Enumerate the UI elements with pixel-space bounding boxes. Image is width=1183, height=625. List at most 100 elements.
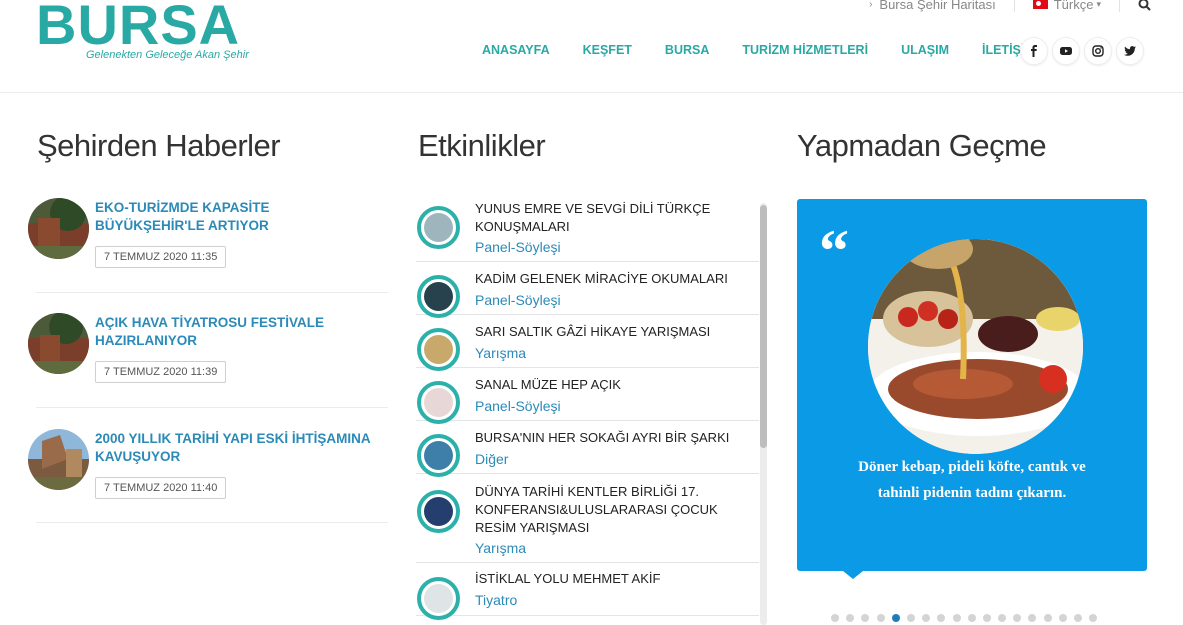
recommend-slide-card[interactable]: “ Döner kebap, pideli köfte, cantık ve t… — [797, 199, 1147, 571]
event-category[interactable]: Yarışma — [475, 540, 526, 556]
slider-dot[interactable] — [891, 614, 900, 622]
facebook-icon — [1031, 45, 1037, 57]
event-category[interactable]: Yarışma — [475, 345, 526, 361]
social-links — [1020, 37, 1148, 65]
event-item[interactable]: İSTİKLAL YOLU MEHMET AKİF Tiyatro — [416, 563, 759, 620]
events-section-title: Etkinlikler — [418, 128, 546, 163]
event-category[interactable]: Panel-Söyleşi — [475, 292, 561, 308]
event-thumbnail — [417, 577, 460, 620]
events-scrollbar[interactable] — [760, 203, 767, 625]
news-date-badge: 7 TEMMUZ 2020 11:39 — [95, 361, 227, 383]
slider-dot[interactable] — [846, 614, 855, 622]
instagram-icon — [1092, 45, 1104, 57]
bursa-logo[interactable]: BURSA Gelenekten Geleceğe Akan Şehir — [36, 0, 266, 66]
event-title[interactable]: DÜNYA TARİHİ KENTLER BİRLİĞİ 17. KONFERA… — [475, 483, 755, 537]
slider-dot[interactable] — [937, 614, 946, 622]
event-category[interactable]: Diğer — [475, 451, 508, 467]
event-thumbnail — [417, 275, 460, 318]
slider-dot[interactable] — [906, 614, 915, 622]
news-date-badge: 7 TEMMUZ 2020 11:35 — [95, 246, 227, 268]
event-item[interactable]: DÜNYA TARİHİ KENTLER BİRLİĞİ 17. KONFERA… — [416, 474, 759, 563]
youtube-link[interactable] — [1052, 37, 1080, 65]
news-title[interactable]: EKO-TURİZMDE KAPASİTE BÜYÜKŞEHİR'LE ARTI… — [95, 199, 375, 235]
chevron-down-icon: ▾ — [1096, 0, 1101, 9]
events-list[interactable]: YUNUS EMRE VE SEVGİ DİLİ TÜRKÇE KONUŞMAL… — [416, 199, 768, 625]
news-thumbnail[interactable] — [28, 429, 89, 490]
logo-tagline: Gelenekten Geleceğe Akan Şehir — [86, 49, 249, 61]
city-map-label: Bursa Şehir Haritası — [879, 0, 996, 12]
slider-dot[interactable] — [952, 614, 961, 622]
card-pointer — [843, 571, 863, 579]
chevron-right-icon: › — [869, 0, 873, 10]
language-selector[interactable]: Türkçe ▾ — [1015, 0, 1120, 12]
news-title[interactable]: AÇIK HAVA TİYATROSU FESTİVALE HAZIRLANIY… — [95, 314, 375, 350]
event-title[interactable]: İSTİKLAL YOLU MEHMET AKİF — [475, 570, 755, 588]
turkish-flag-icon — [1032, 0, 1048, 9]
slider-dot[interactable] — [861, 614, 870, 622]
event-thumbnail — [417, 328, 460, 371]
event-thumbnail — [417, 490, 460, 533]
event-item[interactable]: SANAL MÜZE HEP AÇIK Panel-Söyleşi — [416, 368, 759, 424]
quote-mark-icon: “ — [819, 218, 849, 284]
slider-dot[interactable] — [1028, 614, 1037, 622]
event-category[interactable]: Tiyatro — [475, 592, 517, 608]
news-item[interactable]: 2000 YILLIK TARİHİ YAPI ESKİ İHTİŞAMINA … — [28, 429, 388, 544]
news-title[interactable]: 2000 YILLIK TARİHİ YAPI ESKİ İHTİŞAMINA … — [95, 430, 375, 466]
event-category[interactable]: Panel-Söyleşi — [475, 398, 561, 414]
instagram-link[interactable] — [1084, 37, 1112, 65]
youtube-icon — [1060, 47, 1072, 55]
nav-turizm-hizmetleri[interactable]: TURİZM HİZMETLERİ — [742, 43, 868, 57]
nav-ulasim[interactable]: ULAŞIM — [901, 43, 949, 57]
slider-dot[interactable] — [998, 614, 1007, 622]
twitter-icon — [1124, 46, 1136, 56]
slider-dot[interactable] — [1089, 614, 1098, 622]
language-label: Türkçe — [1053, 0, 1094, 12]
news-item[interactable]: AÇIK HAVA TİYATROSU FESTİVALE HAZIRLANIY… — [28, 313, 388, 428]
slider-dot[interactable] — [967, 614, 976, 622]
top-utility-bar: › Bursa Şehir Haritası Türkçe ▾ — [851, 0, 1151, 14]
site-header: BURSA Gelenekten Geleceğe Akan Şehir › B… — [0, 0, 1183, 93]
news-divider — [36, 522, 388, 523]
news-divider — [36, 292, 388, 293]
slider-dot[interactable] — [831, 614, 839, 622]
slider-dot[interactable] — [1074, 614, 1082, 622]
event-title[interactable]: KADİM GELENEK MİRACİYE OKUMALARI — [475, 270, 755, 288]
nav-kesfet[interactable]: KEŞFET — [583, 43, 632, 57]
twitter-link[interactable] — [1116, 37, 1144, 65]
event-title[interactable]: YUNUS EMRE VE SEVGİ DİLİ TÜRKÇE KONUŞMAL… — [475, 200, 755, 236]
news-divider — [36, 407, 388, 408]
facebook-link[interactable] — [1020, 37, 1048, 65]
slider-dot[interactable] — [876, 614, 885, 622]
slider-dot[interactable] — [1043, 614, 1052, 622]
food-image — [868, 239, 1083, 454]
nav-bursa[interactable]: BURSA — [665, 43, 709, 57]
event-item[interactable]: SARI SALTIK GÂZİ HİKAYE YARIŞMASI Yarışm… — [416, 315, 759, 371]
slider-dot[interactable] — [922, 614, 931, 622]
event-thumbnail — [417, 434, 460, 477]
event-title[interactable]: SANAL MÜZE HEP AÇIK — [475, 376, 755, 394]
slider-dot[interactable] — [1058, 614, 1067, 622]
search-icon — [1138, 0, 1151, 11]
event-thumbnail — [417, 206, 460, 249]
news-thumbnail[interactable] — [28, 313, 89, 374]
city-map-link[interactable]: › Bursa Şehir Haritası — [851, 0, 1015, 12]
main-nav: ANASAYFA KEŞFET BURSA TURİZM HİZMETLERİ … — [482, 43, 1068, 57]
event-title[interactable]: BURSA'NIN HER SOKAĞI AYRI BİR ŞARKI — [475, 429, 755, 447]
search-button[interactable] — [1120, 0, 1151, 11]
nav-anasayfa[interactable]: ANASAYFA — [482, 43, 550, 57]
event-category[interactable]: Panel-Söyleşi — [475, 239, 561, 255]
event-item[interactable]: KADİM GELENEK MİRACİYE OKUMALARI Panel-S… — [416, 262, 759, 318]
recommend-section-title: Yapmadan Geçme — [797, 128, 1047, 163]
recommend-text: Döner kebap, pideli köfte, cantık ve tah… — [858, 459, 1086, 501]
scrollbar-thumb[interactable] — [760, 205, 767, 448]
slider-dot[interactable] — [982, 614, 991, 622]
event-thumbnail — [417, 381, 460, 424]
news-date-badge: 7 TEMMUZ 2020 11:40 — [95, 477, 227, 499]
slider-dots — [831, 614, 1104, 622]
news-item[interactable]: EKO-TURİZMDE KAPASİTE BÜYÜKŞEHİR'LE ARTI… — [28, 198, 388, 313]
event-item[interactable]: YUNUS EMRE VE SEVGİ DİLİ TÜRKÇE KONUŞMAL… — [416, 199, 759, 262]
slider-dot[interactable] — [1013, 614, 1022, 622]
news-thumbnail[interactable] — [28, 198, 89, 259]
event-item[interactable]: BURSA'NIN HER SOKAĞI AYRI BİR ŞARKI Diğe… — [416, 421, 759, 477]
event-title[interactable]: SARI SALTIK GÂZİ HİKAYE YARIŞMASI — [475, 323, 755, 341]
